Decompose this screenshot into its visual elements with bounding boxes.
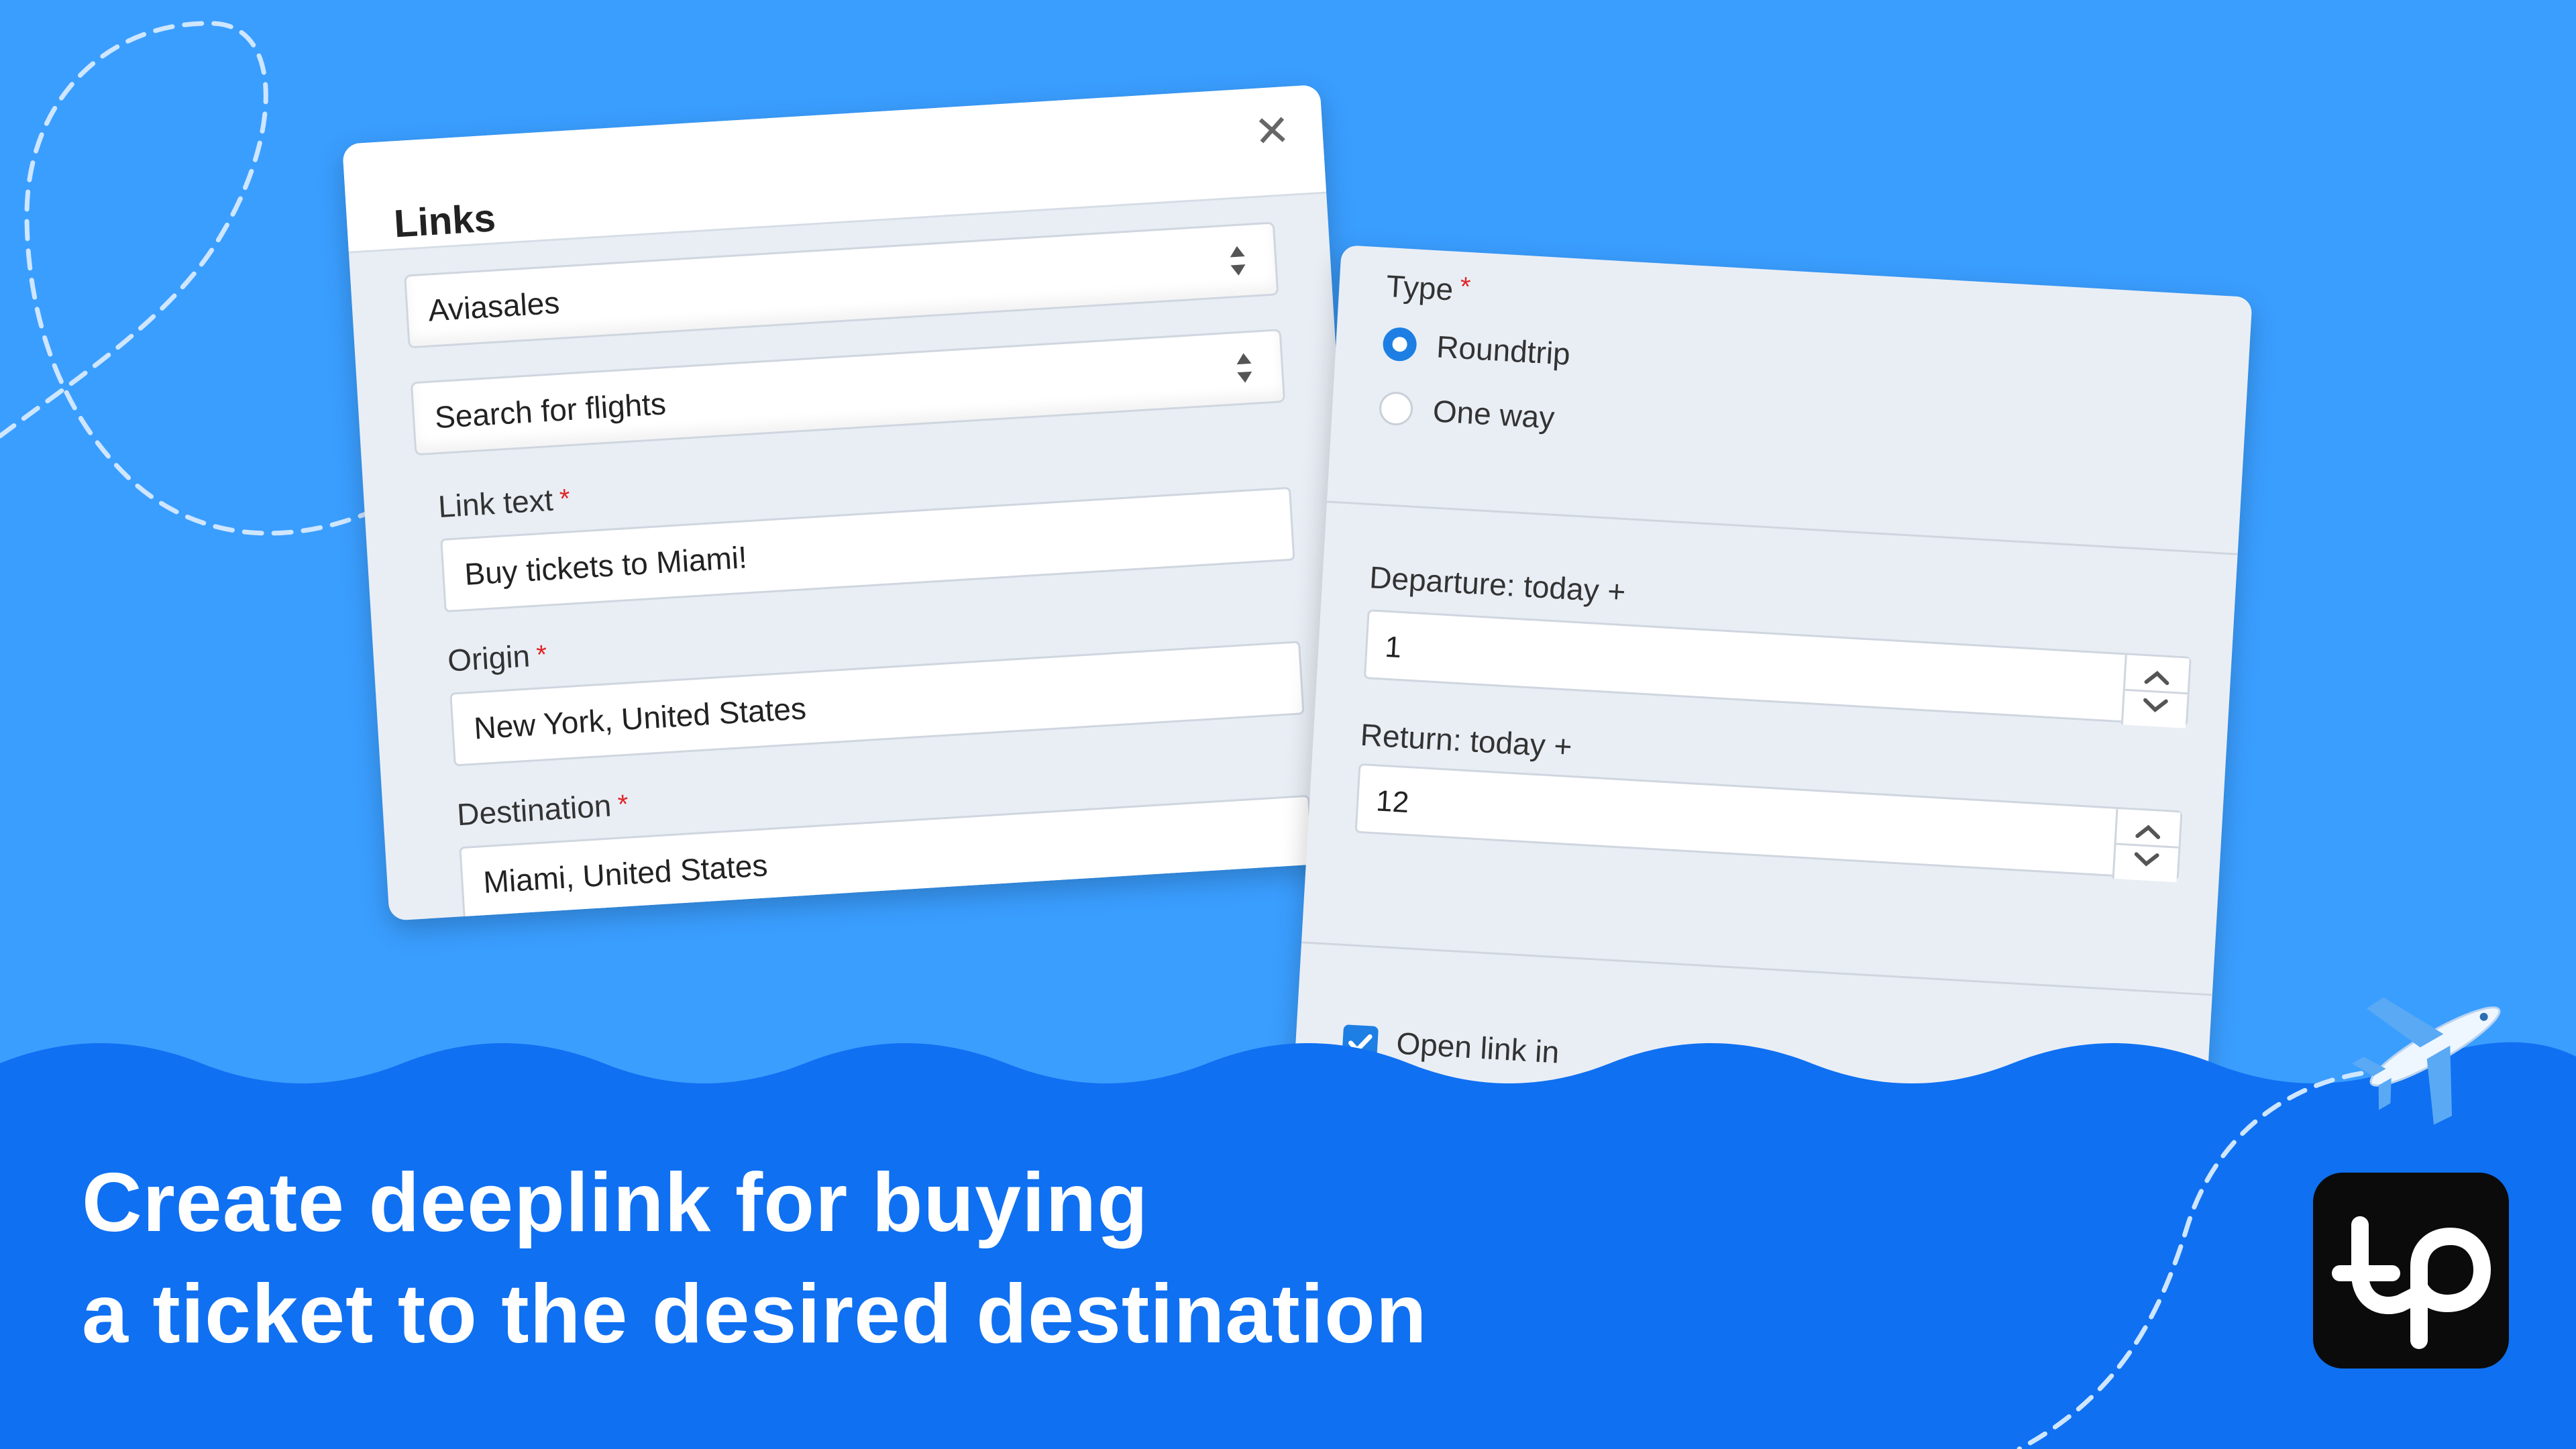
- travelpayouts-logo-icon: [2313, 1173, 2509, 1368]
- airplane-icon: [2352, 997, 2501, 1125]
- headline-line-1: Create deeplink for buying: [82, 1157, 1149, 1249]
- headline-line-2: a ticket to the desired destination: [82, 1268, 1428, 1360]
